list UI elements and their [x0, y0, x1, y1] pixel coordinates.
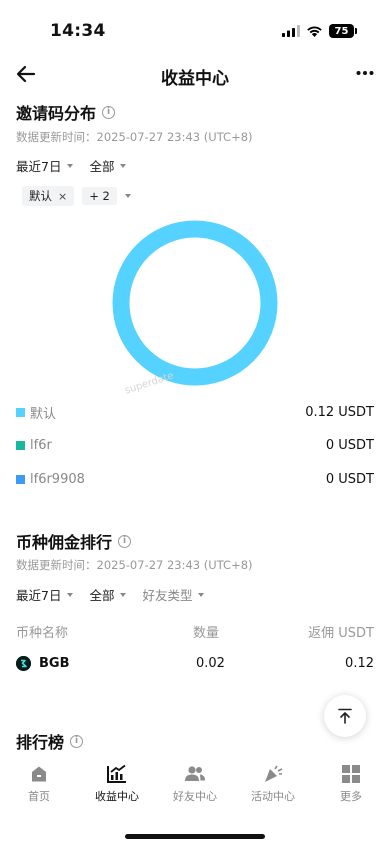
caret-down-icon [67, 163, 74, 168]
page-title: 收益中心 [161, 69, 229, 89]
tab-activity[interactable]: 活动中心 [234, 756, 312, 816]
legend-row: lf6r9908 0 USDT [16, 469, 374, 489]
party-popper-icon [265, 765, 283, 782]
tab-home-label: 首页 [28, 790, 50, 803]
ranking-section-title-text: 排行榜 [16, 733, 65, 752]
legend-row: 默认 0.12 USDT [16, 402, 374, 422]
table-row: BGB 0.02 0.12 [16, 656, 374, 674]
coin-quantity: 0.02 [196, 656, 225, 671]
invite-filter-row: 最近7日 全部 [16, 156, 127, 175]
coin-period-label: 最近7日 [16, 588, 62, 603]
coin-name: BGB [39, 656, 70, 671]
more-icon[interactable] [356, 66, 374, 80]
legend-name: lf6r9908 [30, 471, 85, 487]
legend-value: 0 USDT [325, 471, 374, 487]
legend-name: lf6r [30, 437, 52, 453]
info-icon[interactable]: i [102, 105, 116, 119]
invite-section-title: 邀请码分布 i [16, 100, 116, 124]
selected-tag-default[interactable]: 默认 × [22, 186, 75, 206]
tab-earnings-label: 收益中心 [95, 790, 139, 803]
coin-section-title-text: 币种佣金排行 [16, 533, 113, 552]
arrow-to-top-icon [338, 708, 352, 724]
header-quantity: 数量 [193, 626, 220, 641]
home-icon [32, 766, 46, 782]
invite-section-title-text: 邀请码分布 [16, 104, 97, 123]
tab-home[interactable]: 首页 [0, 756, 78, 816]
caret-down-icon [67, 592, 74, 597]
chart-icon [107, 764, 126, 783]
more-tags-label: + 2 [89, 189, 110, 203]
tags-dropdown-caret-icon[interactable] [124, 194, 131, 198]
status-icons: 75 [282, 24, 357, 38]
signal-icon [282, 25, 300, 37]
legend-swatch [16, 440, 25, 450]
tab-more[interactable]: 更多 [312, 756, 390, 816]
coin-rebate: 0.12 [345, 656, 374, 671]
coin-filter-row: 最近7日 全部 好友类型 [16, 585, 205, 604]
tab-friends[interactable]: 好友中心 [156, 756, 234, 816]
coin-section-title: 币种佣金排行 i [16, 529, 132, 553]
coin-cell: BGB [16, 656, 70, 671]
invite-scope-label: 全部 [89, 159, 115, 174]
tab-friends-label: 好友中心 [173, 790, 217, 803]
header-coin-name: 币种名称 [16, 626, 69, 641]
bgb-coin-icon [16, 656, 31, 671]
tab-activity-label: 活动中心 [251, 790, 295, 803]
more-tags-badge[interactable]: + 2 [82, 187, 117, 205]
selected-tag-label: 默认 [29, 189, 52, 203]
tab-earnings[interactable]: 收益中心 [78, 756, 156, 816]
legend-row: lf6r 0 USDT [16, 435, 374, 455]
coin-update-time: 数据更新时间：2025-07-27 23:43 (UTC+8) [16, 558, 253, 572]
invite-tag-row: 默认 × + 2 [22, 186, 131, 206]
grid-icon [342, 765, 360, 783]
top-nav: 收益中心 [0, 56, 390, 92]
ranking-section-title: 排行榜 i [16, 729, 84, 753]
legend-name: 默认 [30, 406, 57, 422]
close-icon[interactable]: × [58, 190, 67, 203]
invite-period-filter[interactable]: 最近7日 [16, 156, 74, 175]
invite-period-label: 最近7日 [16, 159, 62, 174]
battery-indicator: 75 [329, 24, 357, 38]
legend-value: 0 USDT [325, 437, 374, 453]
scroll-to-top-button[interactable] [324, 695, 366, 737]
caret-down-icon [120, 592, 127, 597]
status-time: 14:34 [50, 21, 106, 41]
legend-value: 0.12 USDT [305, 404, 374, 420]
legend-swatch [16, 474, 25, 484]
wifi-icon [307, 26, 322, 37]
coin-scope-label: 全部 [89, 588, 115, 603]
coin-table-header: 币种名称 数量 返佣 USDT [16, 622, 374, 641]
legend-swatch [16, 407, 25, 417]
info-icon[interactable]: i [70, 734, 84, 748]
invite-scope-filter[interactable]: 全部 [89, 156, 127, 175]
bottom-tab-bar: 首页 收益中心 好友中心 活动中心 更多 [0, 756, 390, 816]
coin-period-filter[interactable]: 最近7日 [16, 585, 74, 604]
home-indicator [125, 834, 265, 839]
friend-type-filter[interactable]: 好友类型 [142, 585, 205, 604]
coin-scope-filter[interactable]: 全部 [89, 585, 127, 604]
friends-icon [185, 766, 205, 781]
friend-type-label: 好友类型 [142, 588, 193, 603]
caret-down-icon [198, 592, 205, 597]
caret-down-icon [120, 163, 127, 168]
header-rebate: 返佣 USDT [308, 626, 374, 641]
invite-update-time: 数据更新时间：2025-07-27 23:43 (UTC+8) [16, 130, 253, 144]
tab-more-label: 更多 [340, 790, 362, 803]
donut-ring-default [112, 220, 278, 386]
status-bar: 14:34 75 [0, 0, 390, 50]
invite-donut-chart [112, 220, 278, 386]
info-icon[interactable]: i [118, 534, 132, 548]
